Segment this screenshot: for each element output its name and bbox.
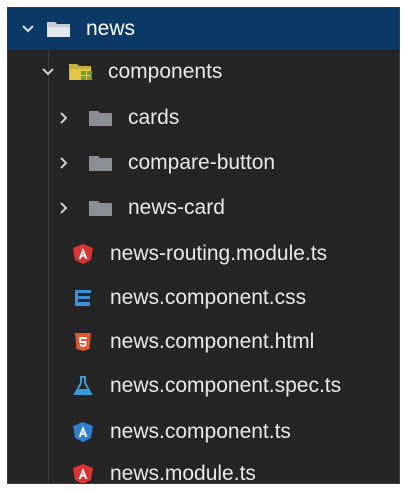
tree-item-news-component-html[interactable]: news.component.html: [8, 322, 399, 362]
css-icon: [70, 287, 96, 309]
tree-item-news-component-css[interactable]: news.component.css: [8, 278, 399, 318]
tree-item-label: news-card: [128, 196, 225, 219]
tree-item-news-card[interactable]: news-card: [8, 188, 399, 228]
folder-icon: [88, 107, 114, 129]
tree-item-news-component-ts[interactable]: news.component.ts: [8, 412, 399, 452]
tree-item-label: cards: [128, 106, 180, 129]
angular-icon: [70, 243, 96, 265]
tree-item-news-component-spec[interactable]: news.component.spec.ts: [8, 366, 399, 406]
html5-icon: [70, 331, 96, 353]
tree-item-news-module[interactable]: news.module.ts: [8, 454, 399, 484]
tree-item-label: news.module.ts: [110, 462, 256, 484]
tree-item-label: news.component.spec.ts: [110, 374, 342, 397]
chevron-down-icon[interactable]: [18, 19, 38, 39]
chevron-right-icon[interactable]: [54, 198, 74, 218]
chevron-right-icon[interactable]: [54, 108, 74, 128]
folder-components-open-icon: [68, 61, 94, 83]
tree-item-components[interactable]: components: [8, 52, 399, 92]
chevron-down-icon[interactable]: [38, 62, 58, 82]
tree-item-cards[interactable]: cards: [8, 98, 399, 138]
tree-item-compare-button[interactable]: compare-button: [8, 143, 399, 183]
tree-item-news[interactable]: news: [8, 8, 399, 50]
tree-item-label: news.component.ts: [110, 420, 291, 443]
tree-item-label: news.component.html: [110, 330, 315, 353]
angular-component-icon: [70, 421, 96, 443]
folder-icon: [88, 152, 114, 174]
folder-open-icon: [46, 18, 72, 40]
folder-icon: [88, 197, 114, 219]
tree-item-label: news-routing.module.ts: [110, 242, 328, 265]
tree-item-news-routing-module[interactable]: news-routing.module.ts: [8, 234, 399, 274]
tree-item-label: compare-button: [128, 151, 276, 174]
tree-item-label: news: [86, 17, 136, 40]
chevron-right-icon[interactable]: [54, 153, 74, 173]
flask-test-icon: [70, 375, 96, 397]
angular-icon: [70, 463, 96, 483]
tree-item-label: components: [108, 60, 223, 83]
tree-item-label: news.component.css: [110, 286, 307, 309]
file-explorer: news components cards compare-button new…: [7, 7, 400, 484]
